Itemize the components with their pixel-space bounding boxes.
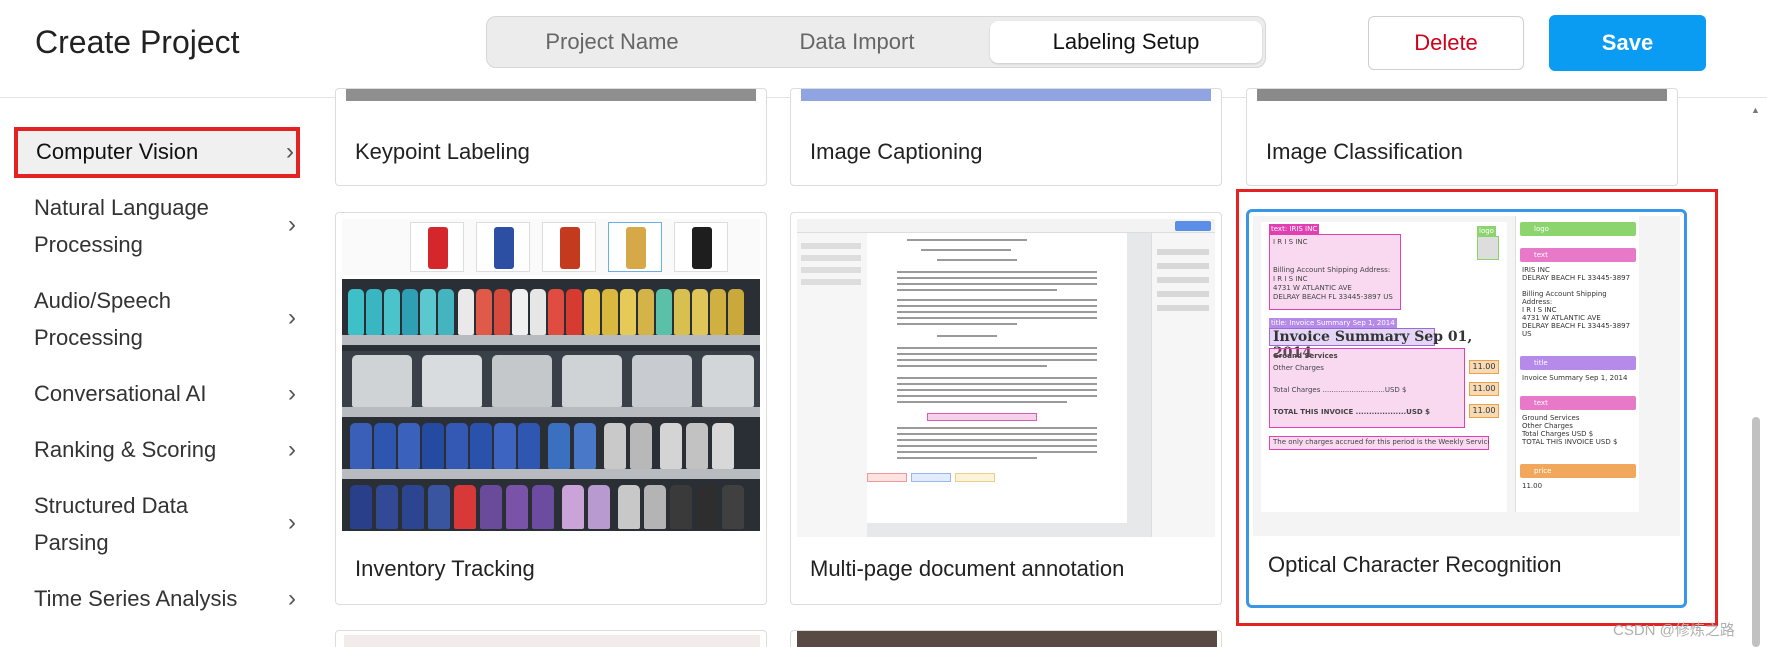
sidebar-item-label: Audio/Speech bbox=[34, 288, 171, 313]
scroll-up-arrow-icon[interactable]: ▲ bbox=[1751, 105, 1760, 115]
template-card-classification[interactable]: Image Classification bbox=[1246, 88, 1678, 186]
sidebar-item-label: Parsing bbox=[34, 530, 109, 555]
card-thumbnail: text: IRIS INC I R I S INC Billing Accou… bbox=[1253, 216, 1680, 536]
template-card-inventory[interactable]: Inventory Tracking bbox=[335, 212, 767, 605]
chevron-right-icon: › bbox=[288, 436, 296, 463]
save-button[interactable]: Save bbox=[1549, 15, 1706, 71]
shelf-photo bbox=[342, 279, 760, 531]
scrollbar[interactable]: ▲ bbox=[1745, 99, 1767, 647]
watermark: CSDN @修炼之路 bbox=[1613, 622, 1735, 639]
sidebar-item-label: Ranking & Scoring bbox=[34, 437, 217, 462]
product-images bbox=[342, 219, 760, 275]
header: Create Project Project Name Data Import … bbox=[0, 0, 1767, 98]
document-page bbox=[867, 233, 1127, 523]
sidebar-item-nlp[interactable]: Natural Language Processing › bbox=[14, 189, 304, 263]
tab-data-import[interactable]: Data Import bbox=[737, 21, 977, 63]
card-title: Image Captioning bbox=[810, 139, 983, 164]
scrollbar-thumb[interactable] bbox=[1752, 417, 1760, 647]
template-card-captioning[interactable]: Image Captioning bbox=[790, 88, 1222, 186]
sidebar-item-structured-data[interactable]: Structured Data Parsing › bbox=[14, 487, 304, 561]
sidebar-item-label: Processing bbox=[34, 325, 143, 350]
template-card-multipage-document[interactable]: Multi-page document annotation bbox=[790, 212, 1222, 605]
category-sidebar: Computer Vision › Natural Language Proce… bbox=[0, 99, 320, 647]
sidebar-item-label: Computer Vision bbox=[36, 139, 199, 164]
sidebar-item-label: Structured Data bbox=[34, 493, 189, 518]
card-thumbnail bbox=[801, 89, 1211, 101]
delete-button[interactable]: Delete bbox=[1368, 16, 1524, 70]
card-thumbnail bbox=[342, 219, 760, 537]
template-card-row3-2[interactable] bbox=[790, 630, 1222, 647]
chevron-right-icon: › bbox=[286, 138, 294, 165]
card-title: Keypoint Labeling bbox=[355, 139, 530, 164]
card-title: Optical Character Recognition bbox=[1268, 552, 1562, 577]
chevron-right-icon: › bbox=[288, 380, 296, 407]
sidebar-item-conversational-ai[interactable]: Conversational AI › bbox=[14, 375, 304, 412]
sidebar-item-label: Time Series Analysis bbox=[34, 586, 238, 611]
invoice-image: text: IRIS INC I R I S INC Billing Accou… bbox=[1261, 222, 1507, 512]
card-thumbnail bbox=[346, 89, 756, 101]
sidebar-item-audio-speech[interactable]: Audio/Speech Processing › bbox=[14, 282, 304, 356]
chevron-right-icon: › bbox=[288, 211, 296, 238]
card-title: Inventory Tracking bbox=[355, 556, 535, 581]
sidebar-item-label: Natural Language bbox=[34, 195, 209, 220]
sidebar-item-computer-vision[interactable]: Computer Vision › bbox=[14, 127, 300, 178]
template-card-row3-1[interactable] bbox=[335, 630, 767, 647]
annotation-panel: logo text IRIS INC DELRAY BEACH FL 33445… bbox=[1515, 216, 1639, 512]
template-card-keypoint[interactable]: Keypoint Labeling bbox=[335, 88, 767, 186]
card-title: Image Classification bbox=[1266, 139, 1463, 164]
card-thumbnail bbox=[797, 219, 1215, 537]
template-card-ocr[interactable]: text: IRIS INC I R I S INC Billing Accou… bbox=[1246, 209, 1687, 608]
logo-box bbox=[1477, 236, 1499, 260]
step-tabs: Project Name Data Import Labeling Setup bbox=[486, 16, 1266, 68]
page-title: Create Project bbox=[35, 24, 240, 60]
sidebar-item-time-series[interactable]: Time Series Analysis › bbox=[14, 580, 304, 617]
tab-labeling-setup[interactable]: Labeling Setup bbox=[990, 21, 1262, 63]
sidebar-item-label: Processing bbox=[34, 232, 143, 257]
card-title: Multi-page document annotation bbox=[810, 556, 1125, 581]
card-thumbnail bbox=[1257, 89, 1667, 101]
chevron-right-icon: › bbox=[288, 509, 296, 536]
sidebar-item-ranking-scoring[interactable]: Ranking & Scoring › bbox=[14, 431, 304, 468]
chevron-right-icon: › bbox=[288, 304, 296, 331]
tab-project-name[interactable]: Project Name bbox=[487, 21, 737, 63]
chevron-right-icon: › bbox=[288, 585, 296, 612]
sidebar-item-label: Conversational AI bbox=[34, 381, 207, 406]
